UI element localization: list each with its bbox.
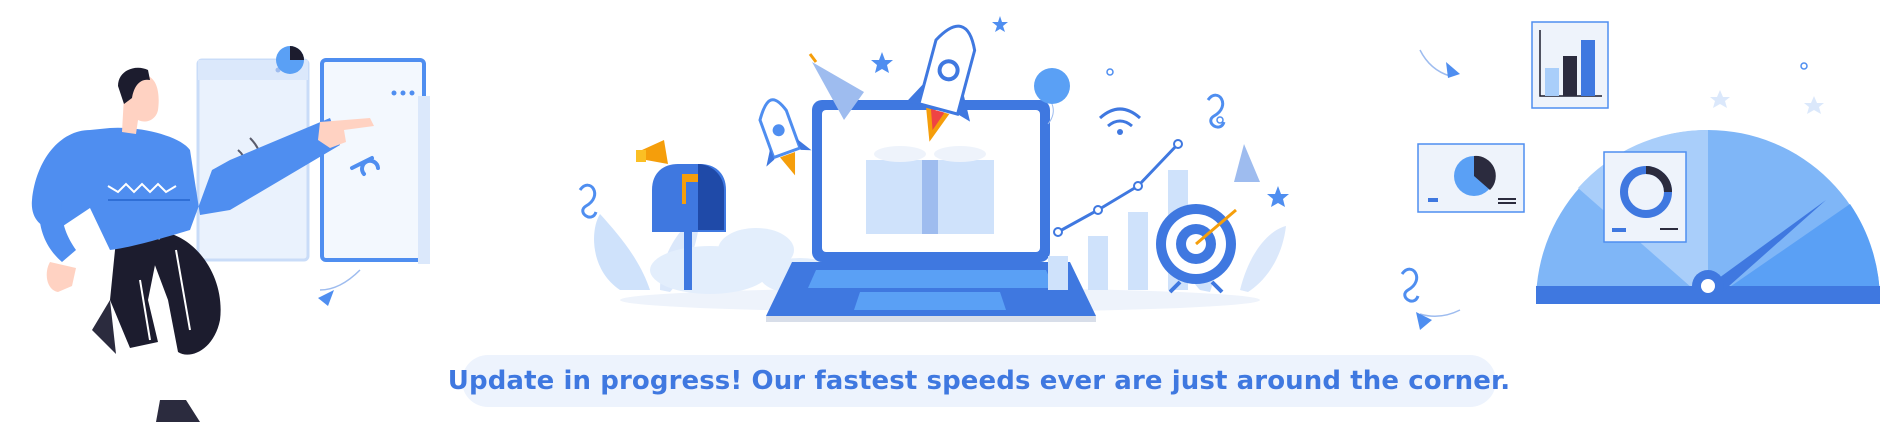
mini-chart-icon: [1417, 143, 1525, 213]
status-message: Update in progress! Our fastest speeds e…: [447, 366, 1511, 396]
mini-chart-icon: [1603, 151, 1687, 243]
wifi-icon: [1098, 107, 1142, 135]
megaphone-icon: [636, 140, 668, 164]
status-banner: Update in progress! Our fastest speeds e…: [448, 355, 1510, 407]
speedometer-icon: [1536, 129, 1881, 304]
person-pointing-illustration: [31, 46, 430, 422]
rocket-icon: [758, 98, 812, 176]
speedometer-illustration: [1400, 21, 1881, 330]
maintenance-page: Update in progress! Our fastest speeds e…: [0, 0, 1896, 422]
mini-chart-icon: [1531, 21, 1609, 109]
laptop-launch-illustration: [578, 16, 1289, 322]
pie-chart-icon: [276, 46, 304, 74]
